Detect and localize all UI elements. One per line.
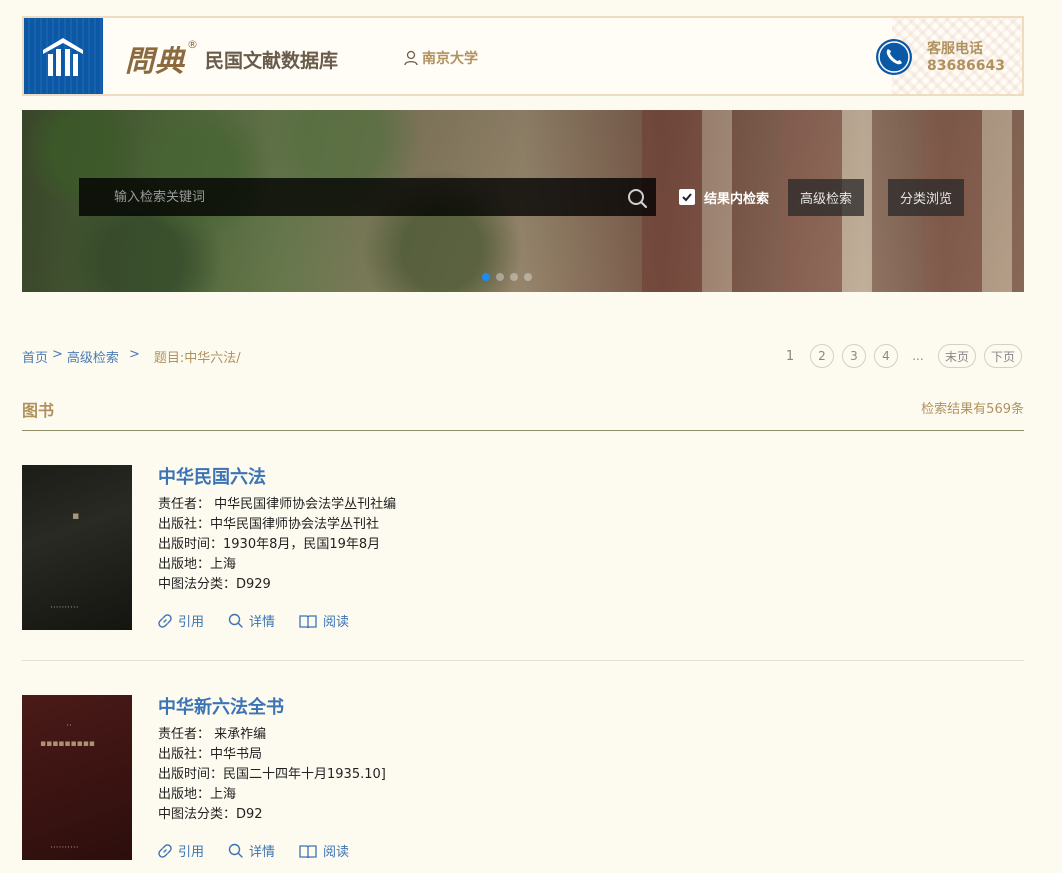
cover-mark: ·· [66, 721, 72, 731]
next-page-button[interactable]: 下页 [983, 344, 1022, 368]
book-publish-date: 出版时间：1930年8月，民国19年8月 [158, 537, 381, 552]
detail-button[interactable]: 详情 [228, 841, 275, 860]
book-classification: 中图法分类：D929 [158, 577, 271, 592]
book-classification: 中图法分类：D92 [158, 807, 263, 822]
read-button[interactable]: 阅读 [299, 611, 349, 630]
site-header: 問典 ® 民国文献数据库 南京大学 客服电话 83686643 [22, 16, 1024, 96]
user-icon [404, 50, 418, 66]
book-cover[interactable]: ·· ▪▪▪▪▪▪▪▪▪ ·········· [22, 695, 132, 860]
breadcrumb-advanced-search[interactable]: 高级检索 [67, 347, 119, 366]
search-within-results-checkbox[interactable] [679, 189, 695, 205]
book-title[interactable]: 中华新六法全书 [158, 693, 284, 719]
book-metadata: 责任者： 来承祚编 出版社：中华书局 出版时间：民国二十四年十月1935.10]… [158, 725, 386, 825]
breadcrumb-home[interactable]: 首页 [22, 347, 48, 366]
book-metadata: 责任者： 中华民国律师协会法学丛刊社编 出版社：中华民国律师协会法学丛刊社 出版… [158, 495, 396, 595]
carousel-dot-4[interactable] [524, 273, 532, 281]
link-icon [158, 613, 172, 628]
section-title: 图书 [22, 401, 55, 420]
open-book-icon [299, 614, 317, 628]
site-logo[interactable] [24, 18, 103, 94]
link-icon [158, 843, 172, 858]
registered-mark: ® [187, 38, 198, 51]
breadcrumb-separator: > [52, 347, 63, 362]
search-bar [79, 178, 656, 216]
page-1[interactable]: 1 [777, 344, 802, 368]
search-input[interactable] [79, 178, 619, 216]
carousel-dot-1[interactable] [482, 273, 490, 281]
cover-imprint: ·········· [50, 843, 79, 853]
open-book-icon [299, 844, 317, 858]
book-cover[interactable]: ▪ ·········· [22, 465, 132, 630]
checkmark-icon [682, 193, 692, 202]
carousel-indicators [482, 273, 532, 281]
search-within-results-label[interactable]: 结果内检索 [704, 188, 769, 207]
pagination: 1 2 3 4 ... 末页 下页 [777, 344, 1022, 368]
breadcrumb-current-query: 题目:中华六法/ [153, 351, 241, 366]
item-divider [22, 660, 1024, 661]
search-icon[interactable] [626, 187, 648, 209]
page-3[interactable]: 3 [841, 344, 866, 368]
service-phone-label: 客服电话 [927, 41, 983, 57]
user-institution: 南京大学 [422, 51, 478, 67]
last-page-button[interactable]: 末页 [937, 344, 976, 368]
book-title[interactable]: 中华民国六法 [158, 463, 266, 489]
cover-imprint: ·········· [50, 603, 79, 613]
detail-label: 详情 [249, 845, 276, 860]
cite-label: 引用 [178, 845, 205, 860]
service-phone-number: 83686643 [927, 58, 1005, 74]
read-label: 阅读 [323, 615, 350, 630]
book-actions: 引用 详情 阅读 [158, 611, 349, 630]
book-actions: 引用 详情 阅读 [158, 841, 349, 860]
phone-icon [876, 39, 912, 75]
hero-banner: 结果内检索 高级检索 分类浏览 [22, 110, 1024, 292]
magnifier-icon [228, 613, 243, 628]
cover-mark: ▪ [72, 509, 80, 522]
book-publisher: 出版社：中华书局 [158, 747, 263, 762]
logo-icon [42, 38, 83, 76]
cite-button[interactable]: 引用 [158, 611, 204, 630]
page-4[interactable]: 4 [873, 344, 898, 368]
cite-label: 引用 [178, 615, 205, 630]
book-publish-place: 出版地：上海 [158, 787, 237, 802]
book-publish-place: 出版地：上海 [158, 557, 237, 572]
brand-calligraphy: 問典 [125, 44, 186, 78]
section-divider [22, 430, 1024, 431]
advanced-search-button[interactable]: 高级检索 [788, 179, 864, 216]
read-label: 阅读 [323, 845, 350, 860]
book-author: 责任者： 中华民国律师协会法学丛刊社编 [158, 497, 397, 512]
book-publisher: 出版社：中华民国律师协会法学丛刊社 [158, 517, 380, 532]
read-button[interactable]: 阅读 [299, 841, 349, 860]
page-2[interactable]: 2 [809, 344, 834, 368]
book-author: 责任者： 来承祚编 [158, 727, 267, 742]
breadcrumb-separator: > [128, 347, 140, 362]
cite-button[interactable]: 引用 [158, 841, 204, 860]
breadcrumb: 首页 > 高级检索 > 题目:中华六法/ [22, 347, 241, 366]
page-ellipsis: ... [905, 344, 930, 368]
carousel-dot-3[interactable] [510, 273, 518, 281]
magnifier-icon [228, 843, 243, 858]
user-account[interactable]: 南京大学 [403, 48, 478, 68]
cover-title-mark: ▪▪▪▪▪▪▪▪▪ [40, 739, 95, 749]
brand-name: 民国文献数据库 [205, 50, 339, 72]
detail-label: 详情 [249, 615, 276, 630]
book-publish-date: 出版时间：民国二十四年十月1935.10] [158, 767, 386, 782]
carousel-dot-2[interactable] [496, 273, 504, 281]
result-count: 检索结果有569条 [921, 402, 1024, 417]
detail-button[interactable]: 详情 [228, 611, 275, 630]
category-browse-button[interactable]: 分类浏览 [888, 179, 964, 216]
